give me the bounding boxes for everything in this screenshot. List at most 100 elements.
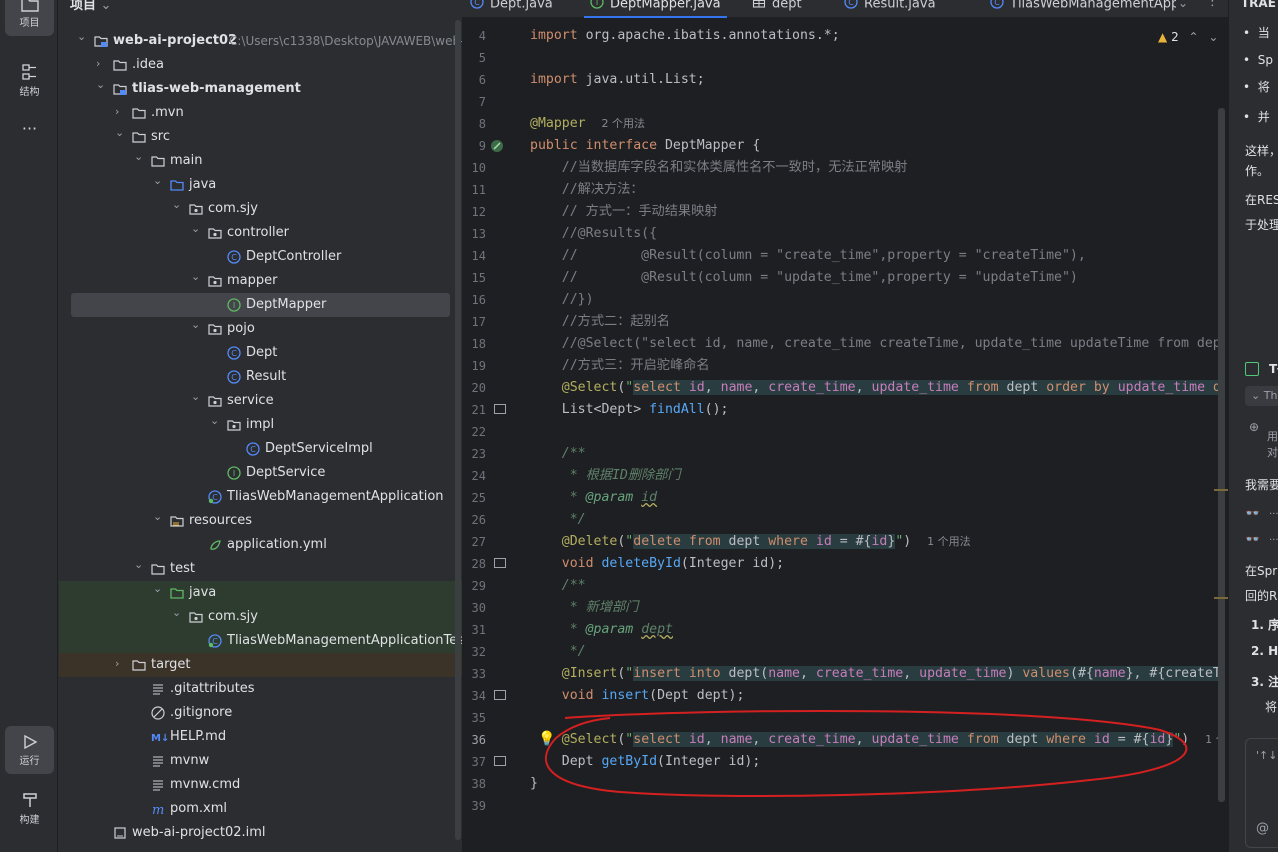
tree-scrollbar[interactable]	[455, 20, 461, 840]
tab-result-java[interactable]: C Result.java	[844, 0, 936, 17]
code-line[interactable]: void deleteById(Integer id);	[530, 553, 1218, 575]
code-line[interactable]	[530, 47, 1218, 69]
code-line[interactable]: void insert(Dept dept);	[530, 685, 1218, 707]
code-line[interactable]	[530, 421, 1218, 443]
tree-item[interactable]: ⌄ resources	[59, 509, 462, 533]
chevron-right-icon[interactable]: ›	[115, 658, 125, 670]
mention-icon[interactable]: @	[1256, 821, 1269, 836]
tree-item[interactable]: m pom.xml	[59, 797, 462, 821]
tree-item[interactable]: ⌄ src	[59, 125, 462, 149]
editor-scrollbar[interactable]	[1218, 108, 1225, 802]
more-options-icon[interactable]: ⋮	[1206, 0, 1219, 9]
code-line[interactable]: //})	[530, 289, 1218, 311]
code-line[interactable]: @Delete("delete from dept where id = #{i…	[530, 531, 1218, 553]
code-line[interactable]: * @param dept	[530, 619, 1218, 641]
chevron-down-icon[interactable]: ⌄	[191, 391, 201, 403]
code-line[interactable]: //@Select("select id, name, create_time …	[530, 333, 1218, 355]
chevron-down-icon[interactable]: ⌄	[153, 175, 163, 187]
chevron-down-icon[interactable]: ⌄	[134, 559, 144, 571]
tree-item[interactable]: › .idea	[59, 53, 462, 77]
chevron-down-icon[interactable]: ⌄	[191, 223, 201, 235]
chevron-down-icon[interactable]: ⌄	[153, 511, 163, 523]
structure-tool-button[interactable]: 结构	[5, 58, 54, 102]
project-panel-title[interactable]: 项目 ⌄	[70, 0, 111, 13]
code-line[interactable]: import org.apache.ibatis.annotations.*;	[530, 25, 1218, 47]
next-highlight-icon[interactable]: ⌄	[1208, 30, 1218, 44]
code-line[interactable]: List<Dept> findAll();	[530, 399, 1218, 421]
tree-item[interactable]: › .mvn	[59, 101, 462, 125]
mapper-gutter-icon[interactable]	[490, 138, 504, 152]
code-line[interactable]: public interface DeptMapper {	[530, 135, 1218, 157]
chevron-down-icon[interactable]: ⌄	[191, 271, 201, 283]
tree-item[interactable]: ⌄ com.sjy	[59, 197, 462, 221]
tree-item[interactable]: M↓ HELP.md	[59, 725, 462, 749]
tree-item[interactable]: ⌄ java	[59, 581, 462, 605]
warning-marker[interactable]	[1214, 597, 1228, 599]
more-tools-button[interactable]: ···	[5, 116, 54, 140]
sql-gutter-icon[interactable]	[494, 756, 506, 766]
code-line[interactable]: * @param id	[530, 487, 1218, 509]
tree-item[interactable]: ⌄ java	[59, 173, 462, 197]
tree-item[interactable]: C Result	[59, 365, 462, 389]
chevron-down-icon[interactable]: ⌄	[172, 607, 182, 619]
tree-item[interactable]: C DeptServiceImpl	[59, 437, 462, 461]
sql-gutter-icon[interactable]	[494, 404, 506, 414]
tree-item[interactable]: ⌄ controller	[59, 221, 462, 245]
prev-highlight-icon[interactable]: ⌃	[1189, 30, 1199, 44]
thoughts-dropdown[interactable]: ⌄ Tho	[1245, 386, 1278, 406]
chevron-down-icon[interactable]: ⌄	[134, 151, 144, 163]
code-line[interactable]: //方式三：开启驼峰命名	[530, 355, 1218, 377]
tree-item[interactable]: ⌄ tlias-web-management	[59, 77, 462, 101]
code-line[interactable]: @Insert("insert into dept(name, create_t…	[530, 663, 1218, 685]
tab-deptmapper-java[interactable]: I DeptMapper.java	[584, 0, 727, 18]
build-tool-button[interactable]: 构建	[5, 786, 54, 830]
tree-item[interactable]: application.yml	[59, 533, 462, 557]
tree-item[interactable]: mvnw	[59, 749, 462, 773]
tree-item[interactable]: ⌄ pojo	[59, 317, 462, 341]
tree-item[interactable]: ⌄ com.sjy	[59, 605, 462, 629]
code-line[interactable]: //解决方法：	[530, 179, 1218, 201]
tree-item[interactable]: I DeptMapper	[71, 293, 450, 317]
code-line[interactable]: */	[530, 509, 1218, 531]
code-line[interactable]: // @Result(column = "update_time",proper…	[530, 267, 1218, 289]
chevron-down-icon[interactable]: ⌄	[191, 319, 201, 331]
tree-item[interactable]: ⌄ impl	[59, 413, 462, 437]
tree-item[interactable]: ⌄ service	[59, 389, 462, 413]
sql-gutter-icon[interactable]	[494, 558, 506, 568]
code-line[interactable]: * 新增部门	[530, 597, 1218, 619]
code-line[interactable]: @Select("select id, name, create_time, u…	[530, 377, 1218, 399]
tree-item[interactable]: .gitignore	[59, 701, 462, 725]
sql-gutter-icon[interactable]	[494, 690, 506, 700]
code-line[interactable]: //当数据库字段名和实体类属性名不一致时，无法正常映射	[530, 157, 1218, 179]
inspection-widget[interactable]: ▲ 2 ⌃ ⌄	[1158, 30, 1218, 44]
chevron-down-icon[interactable]: ⌄	[153, 583, 163, 595]
tree-item[interactable]: C TliasWebManagementApplicationTests	[59, 629, 476, 653]
tab-dept[interactable]: dept	[752, 0, 802, 17]
warning-marker[interactable]	[1214, 489, 1228, 491]
chevron-down-icon[interactable]: ⌄	[96, 79, 106, 91]
tree-item[interactable]: C Dept	[59, 341, 462, 365]
tree-item[interactable]: ⌄ main	[59, 149, 462, 173]
tree-item[interactable]: ⌄ test	[59, 557, 462, 581]
tree-item[interactable]: mvnw.cmd	[59, 773, 462, 797]
chevron-down-icon[interactable]: ⌄	[172, 199, 182, 211]
tree-item[interactable]: C TliasWebManagementApplication	[59, 485, 462, 509]
tree-item[interactable]: I DeptService	[59, 461, 462, 485]
code-line[interactable]: * 根据ID删除部门	[530, 465, 1218, 487]
code-line[interactable]: // @Result(column = "create_time",proper…	[530, 245, 1218, 267]
chevron-down-icon[interactable]: ⌄	[77, 31, 87, 43]
chat-input-box[interactable]: '↑↓' @	[1245, 738, 1278, 848]
tree-item[interactable]: .gitattributes	[59, 677, 462, 701]
step-item[interactable]: ...\	[1269, 532, 1278, 543]
tree-item[interactable]: ⌄ mapper	[59, 269, 462, 293]
code-line[interactable]: /**	[530, 443, 1218, 465]
tree-item[interactable]: C DeptController	[59, 245, 462, 269]
tree-item[interactable]: web-ai-project02.iml	[59, 821, 462, 845]
tabs-dropdown-icon[interactable]: ⌄	[1178, 0, 1188, 10]
chevron-right-icon[interactable]: ›	[96, 58, 106, 70]
tab-tliaswebmanagementapplica[interactable]: C TliasWebManagementApplica	[990, 0, 1176, 17]
code-line[interactable]: //方式二：起别名	[530, 311, 1218, 333]
code-line[interactable]	[530, 91, 1218, 113]
project-tool-button[interactable]: 项目	[5, 0, 54, 36]
run-tool-button[interactable]: 运行	[5, 726, 54, 774]
